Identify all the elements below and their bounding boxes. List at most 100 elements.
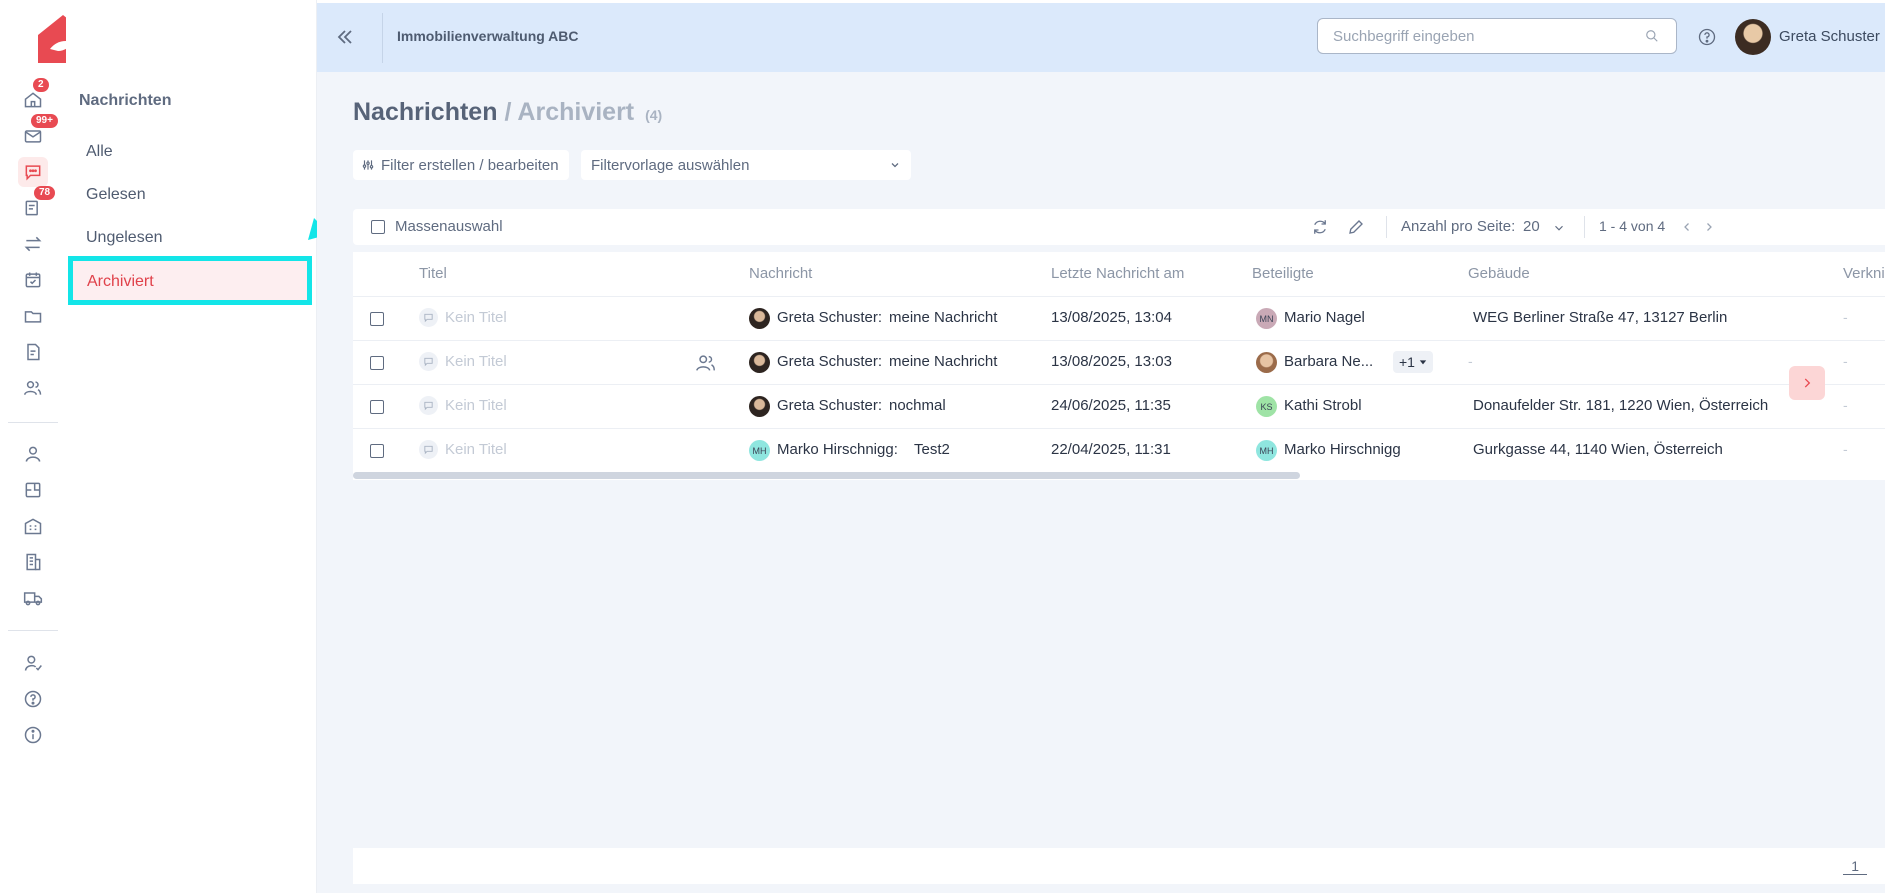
floorplan-icon bbox=[25, 482, 41, 498]
row-checkbox[interactable] bbox=[370, 444, 384, 458]
table-row[interactable]: Kein Titel MH Marko Hirschnigg: Test2 22… bbox=[353, 428, 1885, 472]
message-icon bbox=[419, 440, 438, 459]
rail-info[interactable] bbox=[18, 720, 48, 750]
subnav-item-archiviert[interactable]: Archiviert bbox=[68, 256, 312, 305]
rail-invoices[interactable] bbox=[18, 337, 48, 367]
participant-avatar: KS bbox=[1256, 396, 1277, 417]
next-page-button[interactable] bbox=[1703, 221, 1715, 233]
page-title-main[interactable]: Nachrichten bbox=[353, 98, 497, 126]
home-badge: 2 bbox=[33, 78, 49, 92]
subnav-item-gelesen[interactable]: Gelesen bbox=[86, 186, 146, 204]
sender-avatar: MH bbox=[749, 440, 770, 461]
calendar-check-icon bbox=[25, 272, 41, 288]
per-page-select[interactable]: 20 bbox=[1523, 218, 1540, 235]
row-checkbox[interactable] bbox=[370, 356, 384, 370]
row-checkbox[interactable] bbox=[370, 312, 384, 326]
row-link: - bbox=[1843, 309, 1848, 325]
row-link: - bbox=[1843, 397, 1848, 413]
chevron-down-icon bbox=[1555, 225, 1563, 231]
column-header-link[interactable]: Verkni bbox=[1843, 265, 1885, 282]
rail-messages[interactable] bbox=[18, 157, 48, 187]
row-checkbox[interactable] bbox=[370, 400, 384, 414]
rail-calendar[interactable] bbox=[18, 265, 48, 295]
pagination-footer: 1 bbox=[353, 848, 1885, 884]
rail-documents[interactable] bbox=[18, 301, 48, 331]
column-header-title[interactable]: Titel bbox=[419, 265, 447, 282]
help-icon[interactable] bbox=[1697, 27, 1717, 47]
page-number[interactable]: 1 bbox=[1843, 858, 1867, 875]
column-header-participants[interactable]: Beteiligte bbox=[1252, 265, 1314, 282]
rail-profile[interactable] bbox=[18, 439, 48, 469]
per-page-label: Anzahl pro Seite: bbox=[1401, 218, 1516, 235]
mass-select-checkbox[interactable] bbox=[371, 220, 385, 234]
sliders-icon bbox=[362, 160, 374, 170]
row-participant: Marko Hirschnigg bbox=[1284, 441, 1401, 458]
per-page-chevron[interactable] bbox=[1552, 221, 1566, 235]
mail-icon bbox=[24, 130, 42, 143]
user-name[interactable]: Greta Schuster bbox=[1779, 28, 1880, 45]
row-sender: Greta Schuster: bbox=[777, 397, 883, 414]
filter-button[interactable]: Filter erstellen / bearbeiten bbox=[353, 150, 569, 180]
users-icon bbox=[23, 381, 42, 395]
table-row[interactable]: Kein Titel Greta Schuster: meine Nachric… bbox=[353, 340, 1885, 384]
breadcrumb-separator: / bbox=[504, 98, 512, 126]
column-header-last-message[interactable]: Letzte Nachricht am bbox=[1051, 265, 1184, 282]
rail-divider bbox=[8, 422, 58, 423]
table-row[interactable]: Kein Titel Greta Schuster: nochmal 24/06… bbox=[353, 384, 1885, 428]
column-header-building[interactable]: Gebäude bbox=[1468, 265, 1530, 282]
caret-down-icon bbox=[1419, 360, 1427, 365]
row-title-text: Kein Titel bbox=[445, 441, 507, 458]
subnav-item-alle[interactable]: Alle bbox=[86, 143, 113, 161]
info-circle-icon bbox=[24, 726, 42, 744]
filter-template-select[interactable]: Filtervorlage auswählen bbox=[581, 150, 911, 180]
search-input[interactable] bbox=[1317, 18, 1677, 54]
rail-contacts[interactable] bbox=[18, 373, 48, 403]
horizontal-scrollbar[interactable] bbox=[353, 472, 1300, 479]
collapse-sidebar-button[interactable] bbox=[333, 25, 357, 49]
row-participant: Mario Nagel bbox=[1284, 309, 1365, 326]
row-message: nochmal bbox=[889, 397, 946, 414]
row-message: meine Nachricht bbox=[889, 353, 998, 370]
home-icon bbox=[24, 92, 42, 108]
user-avatar[interactable] bbox=[1735, 19, 1771, 55]
arrows-swap-icon bbox=[24, 236, 42, 252]
search-icon[interactable] bbox=[1645, 29, 1659, 43]
rail-properties[interactable] bbox=[18, 547, 48, 577]
rail-home[interactable]: 2 bbox=[18, 78, 49, 115]
rail-transfers[interactable] bbox=[18, 229, 48, 259]
mass-select-label[interactable]: Massenauswahl bbox=[395, 218, 503, 235]
rail-tasks[interactable]: 78 bbox=[18, 186, 56, 223]
main-content: Nachrichten / Archiviert (4) Filter erst… bbox=[317, 72, 1885, 893]
subnav-item-ungelesen[interactable]: Ungelesen bbox=[86, 229, 163, 247]
rail-user-check[interactable] bbox=[18, 648, 48, 678]
refresh-button[interactable] bbox=[1311, 218, 1329, 236]
row-building: WEG Berliner Straße 47, 13127 Berlin bbox=[1473, 309, 1728, 326]
rail-buildings[interactable] bbox=[18, 511, 48, 541]
scroll-right-button[interactable] bbox=[1789, 366, 1825, 400]
row-building: Donaufelder Str. 181, 1220 Wien, Österre… bbox=[1473, 397, 1769, 414]
rail-help[interactable] bbox=[18, 684, 48, 714]
rail-mail[interactable]: 99+ bbox=[18, 114, 58, 151]
table-row[interactable]: Kein Titel Greta Schuster: meine Nachric… bbox=[353, 296, 1885, 340]
chat-icon bbox=[25, 165, 41, 181]
more-participants-count: +1 bbox=[1399, 354, 1415, 370]
row-title: Kein Titel bbox=[419, 308, 507, 327]
sender-avatar bbox=[749, 308, 770, 329]
prev-page-button[interactable] bbox=[1681, 221, 1693, 233]
row-building: Gurkgasse 44, 1140 Wien, Österreich bbox=[1473, 441, 1723, 458]
edit-columns-button[interactable] bbox=[1347, 218, 1365, 236]
company-name[interactable]: Immobilienverwaltung ABC bbox=[397, 28, 579, 44]
filter-template-placeholder: Filtervorlage auswählen bbox=[591, 156, 750, 174]
rail-suppliers[interactable] bbox=[18, 583, 48, 613]
ticket-icon bbox=[25, 200, 38, 216]
toolbar-divider bbox=[1584, 216, 1585, 238]
column-header-message[interactable]: Nachricht bbox=[749, 265, 812, 282]
more-participants-chip[interactable]: +1 bbox=[1393, 351, 1433, 373]
page-title: Nachrichten / Archiviert (4) bbox=[353, 98, 662, 127]
tasks-badge: 78 bbox=[34, 186, 56, 200]
row-date: 24/06/2025, 11:35 bbox=[1051, 397, 1171, 414]
rail-units[interactable] bbox=[18, 475, 48, 505]
row-title-text: Kein Titel bbox=[445, 309, 507, 326]
message-icon bbox=[419, 308, 438, 327]
row-title: Kein Titel bbox=[419, 440, 507, 459]
